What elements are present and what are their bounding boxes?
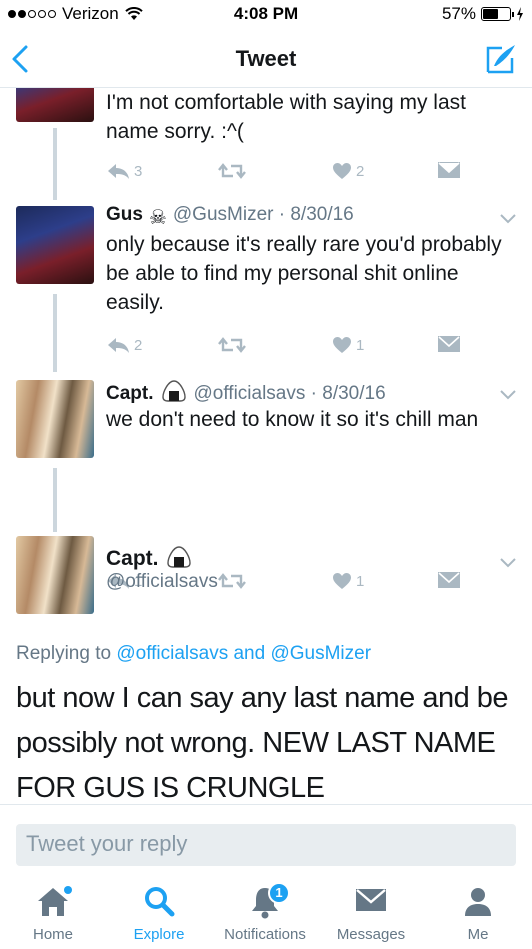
status-bar: Verizon 4:08 PM 57% (0, 0, 532, 30)
like-count: 2 (356, 162, 365, 180)
conversation-timeline[interactable]: I'm not comfortable with saying my last … (0, 88, 532, 803)
tweet-text: we don't need to know it so it's chill m… (106, 408, 479, 431)
tweet-date: · 8/30/16 (278, 204, 354, 225)
replying-prefix: Replying to (16, 643, 112, 664)
like-button[interactable]: 2 (332, 162, 364, 180)
tab-me[interactable]: Me (424, 872, 532, 949)
chevron-down-icon[interactable] (500, 214, 516, 224)
tab-label: Explore (133, 926, 185, 943)
user-handle[interactable]: @GusMizer (173, 204, 274, 225)
tweet-actions: 2 1 (106, 336, 486, 360)
page-title: Tweet (235, 46, 297, 71)
retweet-button[interactable] (218, 162, 246, 180)
tab-bar: Home Explore 1 Notifications Messages Me (0, 872, 532, 949)
tab-label: Notifications (224, 926, 306, 943)
rice-ball-icon (166, 546, 191, 568)
reply-button[interactable]: 3 (106, 162, 142, 180)
display-name[interactable]: Capt. (106, 383, 154, 404)
direct-message-button[interactable] (438, 162, 460, 178)
reply-button[interactable]: 2 (106, 336, 142, 354)
tab-label: Messages (336, 926, 406, 943)
envelope-icon (356, 889, 386, 911)
notification-badge: 1 (268, 882, 290, 904)
user-handle[interactable]: @officialsavs (194, 383, 306, 404)
reply-count: 3 (134, 162, 143, 180)
tab-messages[interactable]: Messages (318, 872, 424, 949)
focused-tweet-text: but now I can say any last name and be p… (16, 682, 509, 803)
heart-icon (333, 163, 351, 179)
display-name[interactable]: Capt. (106, 547, 159, 570)
avatar[interactable] (16, 380, 94, 458)
battery-icon (481, 7, 514, 21)
tab-label: Home (32, 926, 73, 943)
tab-notifications[interactable]: 1 Notifications (212, 872, 318, 949)
tweet-text: only because it's really rare you'd prob… (106, 233, 502, 314)
reply-bar: Tweet your reply (0, 804, 532, 872)
heart-icon (333, 337, 351, 353)
envelope-icon (438, 336, 460, 352)
retweet-button[interactable] (218, 336, 246, 354)
display-name[interactable]: Gus (106, 204, 143, 225)
tweet-item[interactable]: Gus ☠ @GusMizer · 8/30/16 only because it'… (0, 200, 532, 372)
person-icon (465, 888, 491, 916)
envelope-icon (438, 162, 460, 178)
direct-message-button[interactable] (438, 336, 460, 352)
tweet-actions: 3 2 (106, 162, 486, 186)
tab-home[interactable]: Home (0, 872, 106, 949)
avatar[interactable] (16, 88, 94, 122)
reply-input[interactable]: Tweet your reply (16, 824, 516, 866)
reply-count: 2 (134, 336, 143, 354)
avatar[interactable] (16, 536, 94, 614)
thread-line (53, 128, 57, 200)
thread-line (53, 294, 57, 372)
chevron-down-icon[interactable] (500, 558, 516, 568)
tweet-text: I'm not comfortable with saying my last … (106, 91, 466, 143)
tweet-item[interactable]: I'm not comfortable with saying my last … (0, 88, 532, 200)
retweet-icon (218, 163, 246, 179)
battery-percent: 57% (441, 4, 476, 23)
navigation-bar: Tweet (0, 30, 532, 88)
tweet-date: · 8/30/16 (310, 383, 386, 404)
tweet-item[interactable]: Capt. @officialsavs · 8/30/16 we don't ne… (0, 372, 532, 532)
compose-icon[interactable] (484, 42, 518, 76)
skull-crossbones-icon: ☠ (148, 207, 167, 229)
reply-icon (108, 164, 129, 179)
tab-label: Me (467, 926, 489, 943)
thread-line (53, 468, 57, 532)
replying-to-line: Replying to @officialsavs and @GusMizer (16, 643, 371, 665)
retweet-icon (218, 337, 246, 353)
avatar[interactable] (16, 206, 94, 284)
replying-to-users[interactable]: @officialsavs and @GusMizer (116, 643, 371, 664)
reply-icon (108, 338, 129, 353)
new-content-dot (64, 886, 72, 894)
like-count: 1 (356, 336, 365, 354)
tab-explore[interactable]: Explore (106, 872, 212, 949)
charging-icon (517, 7, 523, 21)
search-icon (145, 887, 175, 917)
chevron-down-icon[interactable] (500, 390, 516, 400)
like-button[interactable]: 1 (332, 336, 364, 354)
rice-ball-icon (161, 380, 186, 402)
user-handle[interactable]: @officialsavs (106, 571, 506, 593)
